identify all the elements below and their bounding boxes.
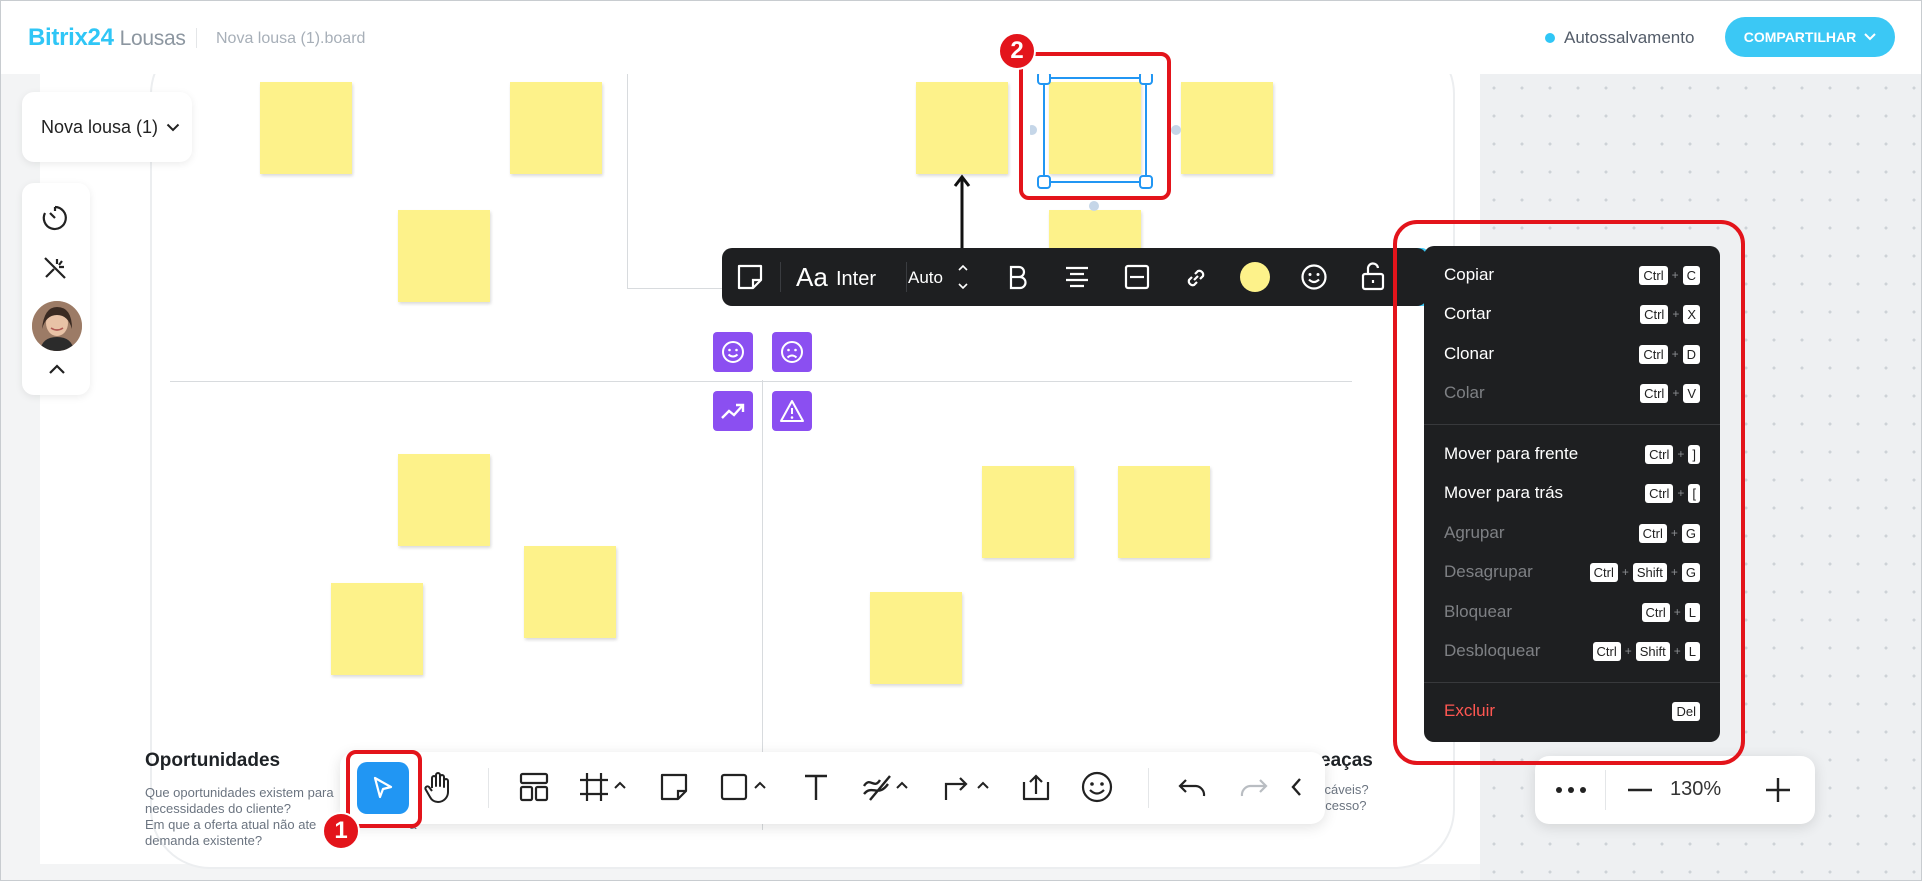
sticky-note[interactable] (260, 82, 352, 174)
opportunities-desc-line: demanda existente? (145, 833, 263, 848)
chevron-up-icon[interactable] (895, 780, 909, 790)
toolbar-divider (906, 262, 907, 292)
connection-dot[interactable] (1089, 201, 1099, 211)
font-prefix: Aa (796, 262, 828, 292)
sticky-note[interactable] (524, 546, 616, 638)
toolbar-divider (780, 262, 781, 292)
autosave-label: Autossalvamento (1564, 28, 1695, 47)
header-bar: Bitrix24 Lousas Nova lousa (1).board Auto… (0, 0, 1922, 74)
annotation-badge-2: 2 (998, 32, 1036, 70)
sticky-note[interactable] (982, 466, 1074, 558)
chevron-up-icon[interactable] (976, 780, 990, 790)
weaknesses-icon (772, 332, 812, 372)
quadrant-horizontal-line (170, 381, 1352, 382)
warning-icon (772, 391, 812, 431)
header-divider (196, 28, 197, 48)
color-swatch[interactable] (1240, 262, 1270, 292)
sticky-note[interactable] (398, 454, 490, 546)
toolbar-divider (488, 768, 489, 808)
sticky-note[interactable] (510, 82, 602, 174)
zoom-out-icon[interactable] (1627, 788, 1653, 792)
sticky-note[interactable] (331, 583, 423, 675)
templates-icon[interactable] (518, 770, 550, 804)
toolbar-divider (1148, 768, 1149, 808)
threats-title: eaças (1320, 750, 1373, 771)
format-toolbar: Aa Inter Auto (722, 248, 1427, 306)
board-area (40, 34, 1480, 869)
frame-icon[interactable] (578, 770, 610, 804)
sticky-note[interactable] (398, 210, 490, 302)
zoom-bar: 130% (1535, 756, 1815, 824)
upload-icon[interactable] (1020, 770, 1052, 804)
undo-icon[interactable] (1176, 770, 1210, 804)
quadrant-vertical-line-top (627, 74, 628, 289)
timer-icon[interactable] (40, 203, 70, 233)
logo-sub: Lousas (119, 27, 186, 50)
threats-description: ficáveis? ucesso? (1318, 782, 1369, 814)
sticky-note-type-icon[interactable] (736, 263, 764, 291)
zoom-in-icon[interactable] (1765, 777, 1791, 803)
toolbar-divider (1605, 770, 1606, 810)
stepper-arrows-icon[interactable] (957, 261, 969, 293)
annotation-badge-1: 1 (322, 812, 360, 850)
board-selector[interactable]: Nova lousa (1) (22, 92, 192, 162)
link-icon[interactable] (1182, 264, 1210, 292)
bold-icon[interactable] (1006, 264, 1030, 290)
sticky-note-tool-icon[interactable] (658, 770, 690, 804)
autosave-dot (1545, 33, 1555, 43)
chevron-up-icon[interactable] (613, 780, 627, 790)
annotation-box-context-menu (1393, 220, 1745, 765)
zoom-level[interactable]: 130% (1670, 778, 1721, 801)
board-name: Nova lousa (1) (41, 116, 159, 137)
logo-brand: Bitrix24 (28, 24, 114, 51)
share-button[interactable]: COMPARTILHAR (1725, 17, 1895, 57)
sticky-note[interactable] (1118, 466, 1210, 558)
shape-square-icon[interactable] (718, 770, 750, 804)
laser-pointer-off-icon[interactable] (40, 253, 70, 283)
emoji-icon[interactable] (1300, 263, 1328, 291)
chevron-down-icon (1864, 33, 1876, 41)
font-size-select[interactable]: Auto (908, 268, 943, 288)
chevron-down-icon (166, 123, 180, 132)
bottom-toolbar (340, 752, 1325, 824)
sticky-note[interactable] (1049, 210, 1141, 250)
vertical-align-icon[interactable] (1124, 264, 1150, 290)
text-tool-icon[interactable] (800, 770, 832, 804)
side-tools-panel (22, 183, 90, 395)
hand-pan-icon[interactable] (422, 770, 456, 806)
app-logo[interactable]: Bitrix24 Lousas (28, 24, 186, 52)
font-family-select[interactable]: Inter (836, 268, 876, 291)
annotation-box-selected-note (1019, 52, 1171, 200)
file-name: Nova lousa (1).board (216, 30, 366, 47)
redo-icon[interactable] (1236, 770, 1270, 804)
sticky-note[interactable] (870, 592, 962, 684)
share-label: COMPARTILHAR (1743, 29, 1857, 45)
sticky-note[interactable] (1181, 82, 1273, 174)
chevron-up-icon[interactable] (48, 363, 66, 375)
opportunities-title: Oportunidades (145, 750, 281, 771)
emoji-icon[interactable] (1080, 770, 1114, 804)
chevron-up-icon[interactable] (753, 780, 767, 790)
sticky-note[interactable] (916, 82, 1008, 174)
strengths-icon (713, 332, 753, 372)
pen-draw-icon[interactable] (860, 770, 894, 804)
align-center-icon[interactable] (1064, 265, 1090, 289)
threats-desc-line: ficáveis? (1318, 782, 1369, 797)
user-avatar[interactable] (32, 301, 82, 351)
opportunities-desc-text: Em que a oferta atual não ate (145, 817, 317, 832)
connector-tool-icon[interactable] (940, 770, 972, 804)
autosave-status: Autossalvamento (1545, 28, 1694, 48)
annotation-box-select-tool (346, 750, 422, 828)
chevron-left-icon[interactable] (1289, 776, 1303, 798)
unlock-icon[interactable] (1360, 261, 1386, 291)
connector-arrow[interactable] (952, 174, 972, 252)
quadrant-horizontal-line-top (627, 288, 727, 289)
more-options-icon[interactable] (1555, 786, 1587, 794)
trend-up-icon (713, 391, 753, 431)
threats-desc-line: ucesso? (1318, 798, 1367, 813)
